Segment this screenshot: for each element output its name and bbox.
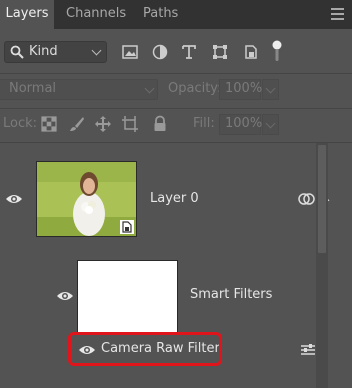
pixel-layer-filter-icon[interactable] <box>121 43 139 61</box>
layer-name[interactable]: Layer 0 <box>150 191 199 206</box>
type-layer-filter-icon[interactable] <box>180 43 198 61</box>
chevron-down-icon <box>91 45 102 56</box>
tab-channels[interactable]: Channels <box>66 0 126 29</box>
lock-position-icon[interactable] <box>94 115 112 133</box>
filter-toggle-icon[interactable] <box>271 40 283 62</box>
filter-kind-select[interactable]: Kind <box>4 41 107 63</box>
blend-mode-value: Normal <box>9 81 57 96</box>
divider <box>0 108 352 109</box>
lock-image-pixels-icon[interactable] <box>68 115 86 133</box>
lock-label: Lock: <box>3 116 38 131</box>
divider <box>0 73 352 74</box>
chevron-down-icon <box>265 118 276 129</box>
panel-tab-bar: Layers Channels Paths <box>0 0 352 29</box>
smart-filter-indicator-icon <box>298 193 315 205</box>
chevron-down-icon <box>265 83 276 94</box>
opacity-label: Opacity: <box>168 81 222 96</box>
highlight-box <box>68 332 222 366</box>
panel-menu-icon[interactable] <box>331 8 344 20</box>
chevron-down-icon <box>144 83 155 94</box>
opacity-dropdown[interactable] <box>262 79 279 100</box>
search-icon <box>10 45 24 59</box>
fill-label: Fill: <box>193 116 215 131</box>
smart-filters-label[interactable]: Smart Filters <box>190 287 272 302</box>
visibility-eye-icon[interactable] <box>5 193 23 205</box>
scrollbar-thumb[interactable] <box>318 145 326 253</box>
opacity-value: 100% <box>225 81 263 96</box>
tab-paths[interactable]: Paths <box>143 0 178 29</box>
lock-transparent-pixels-icon[interactable] <box>40 115 58 133</box>
tab-layers[interactable]: Layers <box>0 0 54 29</box>
shape-layer-filter-icon[interactable] <box>211 43 229 61</box>
smart-object-filter-icon[interactable] <box>242 43 260 61</box>
smart-filter-mask-thumbnail[interactable] <box>77 260 178 333</box>
filter-blending-options-icon[interactable] <box>300 343 316 357</box>
fill-value: 100% <box>225 116 263 131</box>
lock-all-icon[interactable] <box>151 115 169 133</box>
opacity-input[interactable]: 100% <box>219 79 263 100</box>
visibility-eye-icon[interactable] <box>56 290 74 302</box>
filter-kind-label: Kind <box>29 44 58 59</box>
adjustment-layer-filter-icon[interactable] <box>151 43 169 61</box>
fill-input[interactable]: 100% <box>219 114 263 135</box>
lock-artboard-icon[interactable] <box>121 115 139 133</box>
fill-dropdown[interactable] <box>262 114 279 135</box>
blend-mode-select[interactable]: Normal <box>0 79 158 100</box>
smart-object-badge-icon <box>120 220 134 234</box>
